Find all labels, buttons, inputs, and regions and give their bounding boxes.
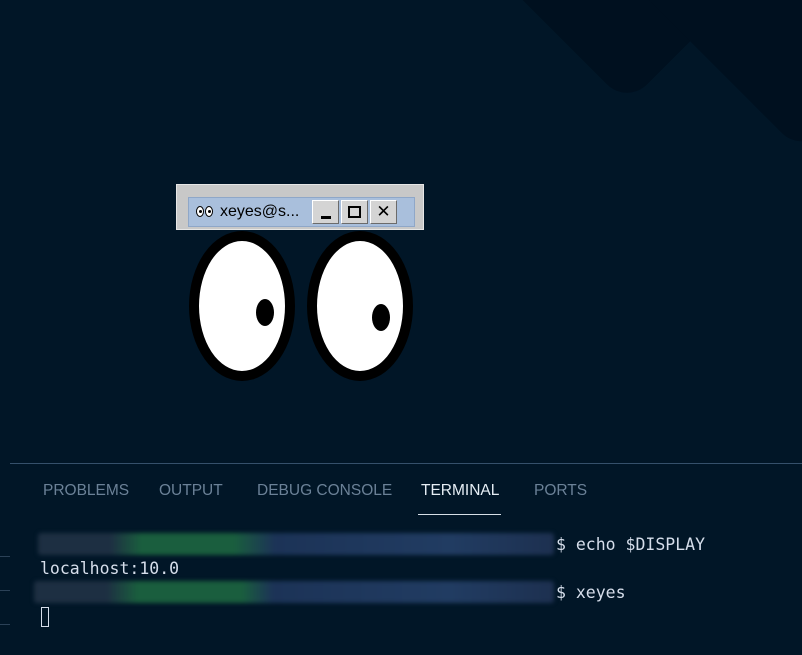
right-pupil bbox=[372, 304, 390, 331]
editor-edge-mark bbox=[0, 590, 10, 591]
desktop: xeyes@s... ✕ PROBLEMS OUTPUT DEBUG CONSO… bbox=[0, 0, 802, 655]
tab-terminal[interactable]: TERMINAL bbox=[421, 482, 499, 500]
terminal-cursor bbox=[41, 607, 49, 627]
right-eye bbox=[307, 231, 413, 381]
terminal-output-line: localhost:10.0 bbox=[40, 559, 180, 578]
tab-problems[interactable]: PROBLEMS bbox=[43, 482, 129, 500]
xeyes-app-icon bbox=[195, 203, 217, 221]
window-titlebar[interactable]: xeyes@s... ✕ bbox=[188, 197, 415, 227]
terminal-command: $ echo $DISPLAY bbox=[556, 535, 706, 554]
window-frame: xeyes@s... ✕ bbox=[176, 184, 424, 230]
editor-edge-mark bbox=[0, 556, 10, 557]
tab-output[interactable]: OUTPUT bbox=[159, 482, 223, 500]
close-button[interactable]: ✕ bbox=[370, 200, 397, 224]
redacted-prompt bbox=[34, 581, 554, 603]
maximize-button[interactable] bbox=[341, 200, 368, 224]
bottom-panel: PROBLEMS OUTPUT DEBUG CONSOLE TERMINAL P… bbox=[10, 463, 802, 655]
minimize-button[interactable] bbox=[312, 200, 339, 224]
panel-tabs: PROBLEMS OUTPUT DEBUG CONSOLE TERMINAL P… bbox=[10, 464, 802, 516]
editor-edge-mark bbox=[0, 624, 10, 625]
tab-ports[interactable]: PORTS bbox=[534, 482, 587, 500]
left-eye bbox=[189, 231, 295, 381]
minimize-icon bbox=[320, 215, 331, 219]
left-pupil bbox=[256, 299, 274, 326]
close-icon: ✕ bbox=[376, 201, 391, 222]
xeyes-window[interactable]: xeyes@s... ✕ bbox=[176, 184, 426, 384]
tab-debug-console[interactable]: DEBUG CONSOLE bbox=[257, 482, 392, 500]
terminal-command: $ xeyes bbox=[556, 583, 626, 602]
window-title: xeyes@s... bbox=[220, 203, 300, 220]
redacted-prompt bbox=[38, 533, 554, 555]
maximize-icon bbox=[348, 206, 361, 218]
active-tab-indicator bbox=[418, 514, 501, 515]
